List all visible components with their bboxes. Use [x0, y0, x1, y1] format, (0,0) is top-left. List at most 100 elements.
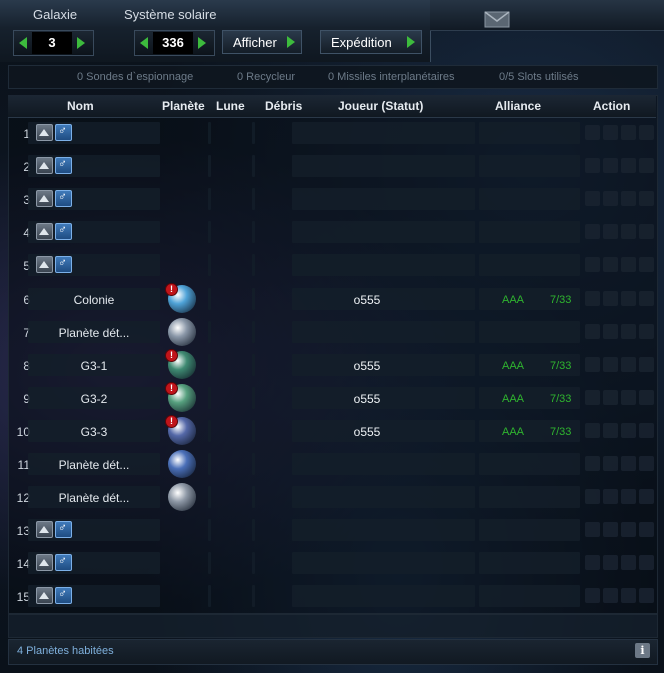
player-name[interactable]: o555: [292, 293, 442, 307]
action-slot-3[interactable]: [621, 422, 636, 438]
expedition-button[interactable]: Expédition: [320, 30, 422, 54]
action-slot-3[interactable]: [621, 389, 636, 405]
system-number-input[interactable]: 336: [153, 32, 193, 54]
action-slot-4[interactable]: [639, 588, 654, 604]
planet-image[interactable]: [168, 483, 196, 512]
action-slot-1[interactable]: [585, 489, 600, 505]
colonize-icon[interactable]: [55, 123, 72, 141]
action-slot-4[interactable]: [639, 158, 654, 174]
planet-name[interactable]: Planète dét...: [30, 458, 158, 472]
action-slot-3[interactable]: [621, 456, 636, 471]
system-prev-arrow-icon[interactable]: [135, 32, 153, 54]
action-slot-2[interactable]: [603, 257, 618, 273]
action-slot-1[interactable]: [585, 290, 600, 306]
action-slot-2[interactable]: [603, 224, 618, 240]
alliance-tag[interactable]: AAA: [502, 294, 524, 306]
action-slot-4[interactable]: [639, 489, 654, 505]
planet-image[interactable]: [168, 317, 196, 346]
alliance-tag[interactable]: AAA: [502, 426, 524, 438]
alliance-tag[interactable]: AAA: [502, 393, 524, 405]
colonize-icon[interactable]: [55, 255, 72, 274]
action-slot-3[interactable]: [621, 588, 636, 604]
action-slot-1[interactable]: [585, 224, 600, 240]
action-slot-4[interactable]: [639, 125, 654, 140]
planet-name[interactable]: Planète dét...: [30, 491, 158, 505]
action-slot-1[interactable]: [585, 323, 600, 339]
spaceship-icon[interactable]: [36, 124, 53, 141]
action-slot-2[interactable]: [603, 323, 618, 339]
messages-tab[interactable]: [430, 0, 664, 31]
action-slot-2[interactable]: [603, 555, 618, 571]
player-name[interactable]: o555: [292, 425, 442, 439]
spaceship-icon[interactable]: [36, 554, 53, 572]
action-slot-4[interactable]: [639, 389, 654, 405]
action-slot-2[interactable]: [603, 489, 618, 505]
galaxy-number-input[interactable]: 3: [32, 32, 72, 54]
action-slot-3[interactable]: [621, 489, 636, 505]
action-slot-1[interactable]: [585, 555, 600, 571]
action-slot-1[interactable]: [585, 356, 600, 372]
action-slot-1[interactable]: [585, 456, 600, 471]
action-slot-2[interactable]: [603, 422, 618, 438]
spaceship-icon[interactable]: [36, 521, 53, 539]
colonize-icon[interactable]: [55, 189, 72, 208]
planet-name[interactable]: G3-3: [30, 425, 158, 439]
envelope-icon[interactable]: [484, 11, 510, 28]
action-slot-1[interactable]: [585, 588, 600, 604]
action-slot-3[interactable]: [621, 257, 636, 273]
action-slot-4[interactable]: [639, 191, 654, 207]
colonize-icon[interactable]: [55, 156, 72, 175]
colonize-icon[interactable]: [55, 553, 72, 572]
spaceship-icon[interactable]: [36, 223, 53, 241]
planet-name[interactable]: G3-2: [30, 392, 158, 406]
action-slot-4[interactable]: [639, 290, 654, 306]
galaxy-prev-arrow-icon[interactable]: [14, 32, 32, 54]
action-slot-4[interactable]: [639, 356, 654, 372]
alliance-tag[interactable]: AAA: [502, 360, 524, 372]
action-slot-2[interactable]: [603, 588, 618, 604]
planet-name[interactable]: Colonie: [30, 293, 158, 307]
action-slot-1[interactable]: [585, 158, 600, 174]
player-name[interactable]: o555: [292, 392, 442, 406]
action-slot-2[interactable]: [603, 290, 618, 306]
galaxy-next-arrow-icon[interactable]: [72, 32, 90, 54]
spaceship-icon[interactable]: [36, 256, 53, 274]
action-slot-2[interactable]: [603, 356, 618, 372]
action-slot-1[interactable]: [585, 389, 600, 405]
action-slot-1[interactable]: [585, 257, 600, 273]
action-slot-2[interactable]: [603, 191, 618, 207]
action-slot-4[interactable]: [639, 422, 654, 438]
action-slot-1[interactable]: [585, 422, 600, 438]
system-next-arrow-icon[interactable]: [193, 32, 211, 54]
action-slot-2[interactable]: [603, 456, 618, 471]
colonize-icon[interactable]: [55, 520, 72, 539]
show-button[interactable]: Afficher: [222, 30, 302, 54]
player-name[interactable]: o555: [292, 359, 442, 373]
action-slot-3[interactable]: [621, 125, 636, 140]
planet-name[interactable]: G3-1: [30, 359, 158, 373]
action-slot-2[interactable]: [603, 389, 618, 405]
action-slot-1[interactable]: [585, 522, 600, 538]
spaceship-icon[interactable]: [36, 190, 53, 208]
action-slot-3[interactable]: [621, 356, 636, 372]
action-slot-4[interactable]: [639, 257, 654, 273]
action-slot-2[interactable]: [603, 158, 618, 174]
action-slot-2[interactable]: [603, 125, 618, 140]
action-slot-4[interactable]: [639, 323, 654, 339]
spaceship-icon[interactable]: [36, 157, 53, 175]
action-slot-1[interactable]: [585, 191, 600, 207]
planet-name[interactable]: Planète dét...: [30, 326, 158, 340]
planet-image[interactable]: [168, 450, 196, 478]
info-icon[interactable]: i: [635, 643, 650, 658]
action-slot-3[interactable]: [621, 224, 636, 240]
colonize-icon[interactable]: [55, 222, 72, 241]
action-slot-3[interactable]: [621, 323, 636, 339]
action-slot-3[interactable]: [621, 191, 636, 207]
action-slot-4[interactable]: [639, 224, 654, 240]
action-slot-4[interactable]: [639, 456, 654, 471]
spaceship-icon[interactable]: [36, 587, 53, 605]
action-slot-3[interactable]: [621, 522, 636, 538]
action-slot-1[interactable]: [585, 125, 600, 140]
action-slot-4[interactable]: [639, 555, 654, 571]
action-slot-4[interactable]: [639, 522, 654, 538]
